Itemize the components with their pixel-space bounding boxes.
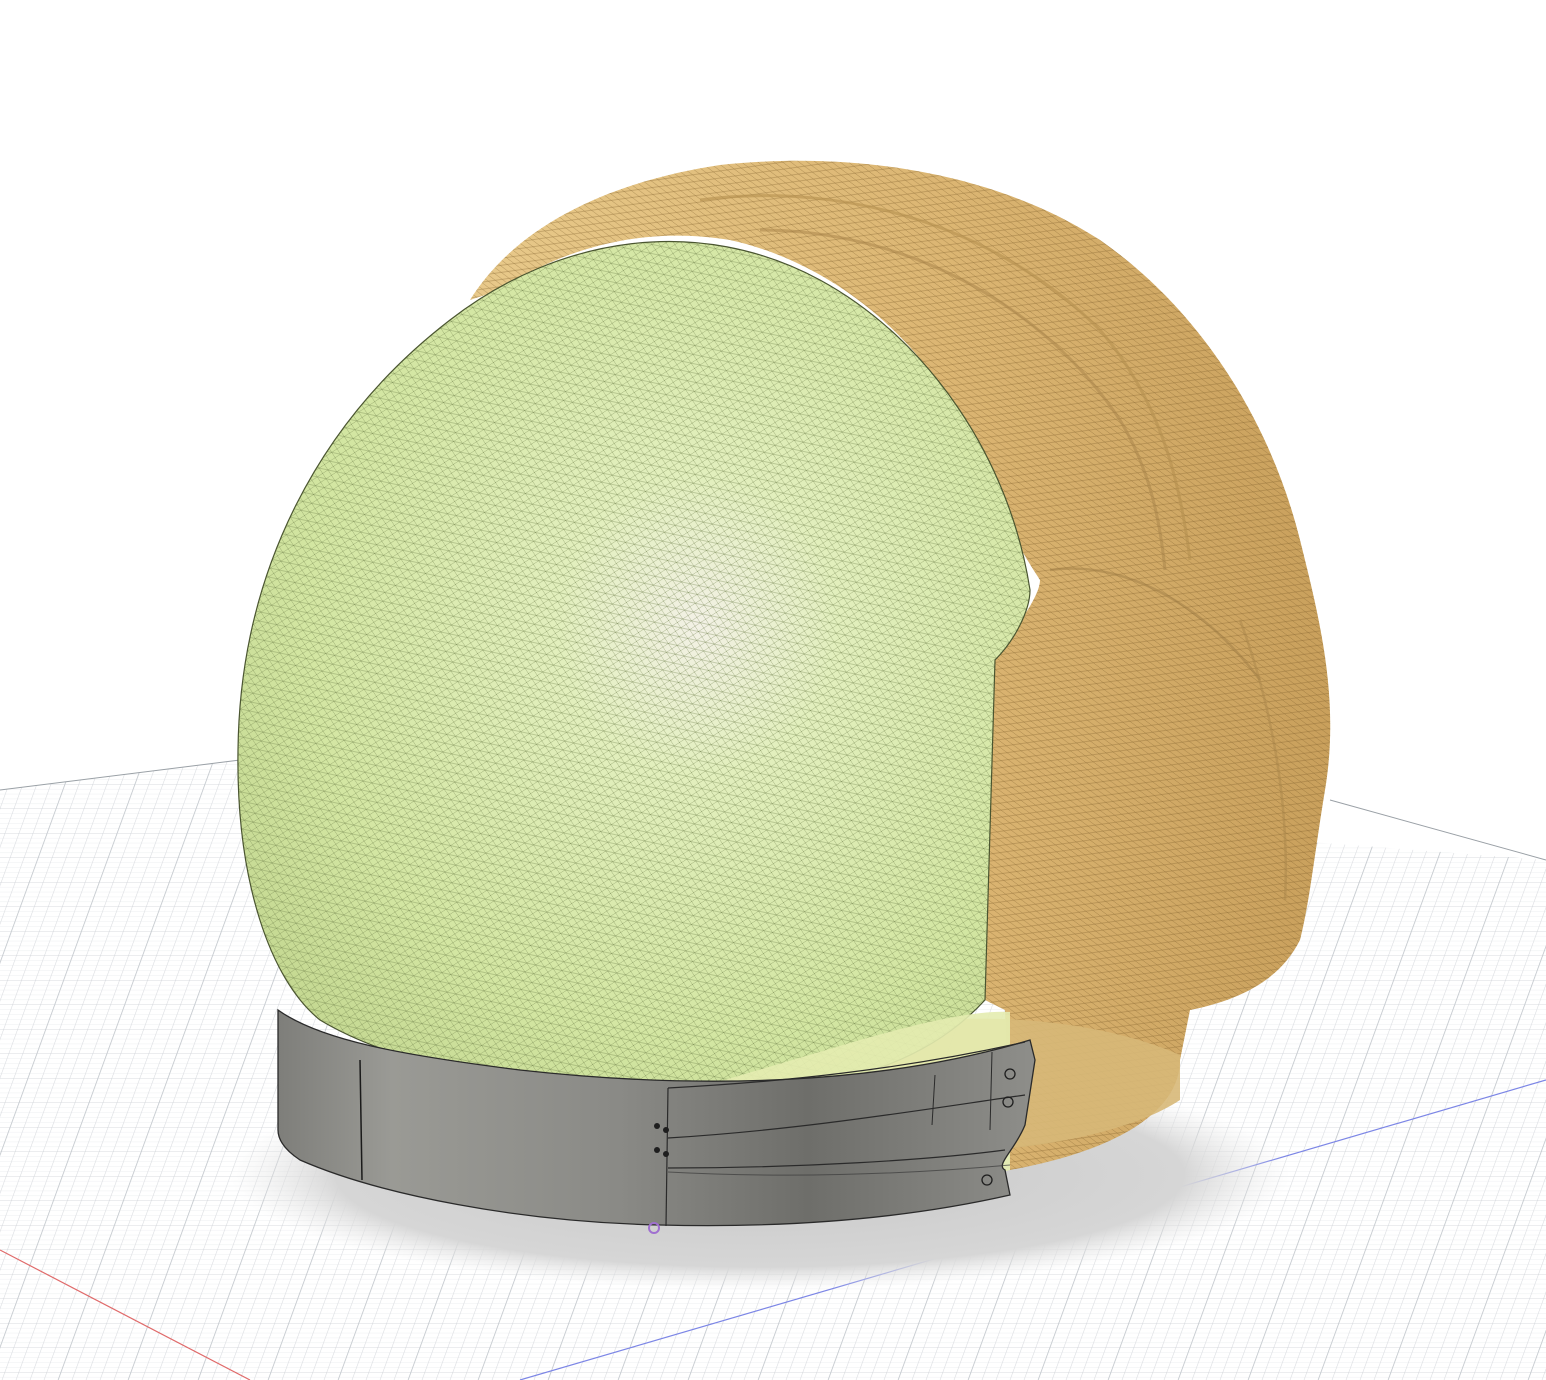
viewport-canvas[interactable]: [0, 0, 1546, 1380]
3d-viewport[interactable]: [0, 0, 1546, 1380]
